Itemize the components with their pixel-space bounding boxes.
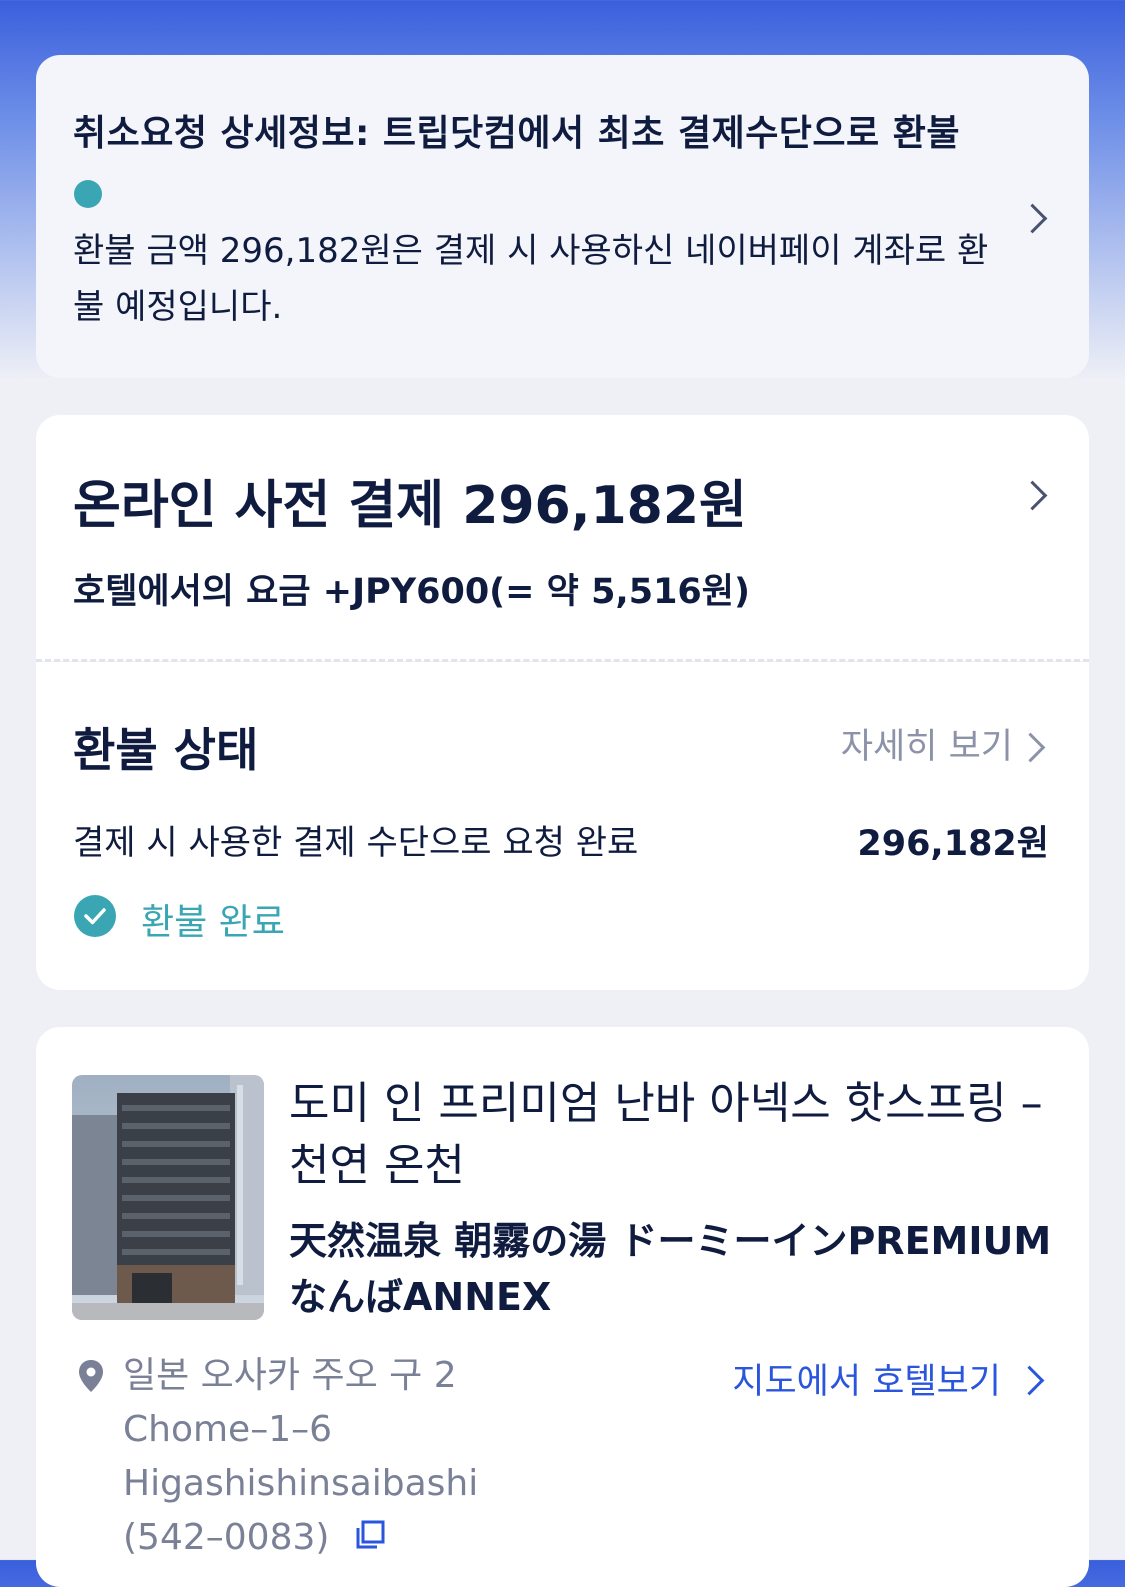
location-pin-icon (76, 1358, 106, 1398)
cancel-detail-title: 취소요청 상세정보: 트립닷컴에서 최초 결제수단으로 환불 (73, 113, 960, 154)
cancel-detail-card[interactable]: 취소요청 상세정보: 트립닷컴에서 최초 결제수단으로 환불 환불 금액 296… (36, 55, 1089, 378)
chevron-right-icon[interactable] (1015, 732, 1046, 763)
payment-title: 온라인 사전 결제 296,182원 (73, 476, 747, 536)
hotel-card: 도미 인 프리미엄 난바 아넥스 핫스프링 – 천연 온천 天然温泉 朝霧の湯 … (36, 1027, 1089, 1587)
hotel-fee-text: 호텔에서의 요금 +JPY600(= 약 5,516원) (73, 572, 750, 612)
refund-amount: 296,182원 (857, 824, 1049, 864)
chevron-right-icon[interactable] (1017, 480, 1048, 511)
hotel-photo[interactable] (72, 1075, 264, 1320)
refund-complete-status: 환불 완료 (141, 902, 285, 943)
cancel-detail-description: 환불 금액 296,182원은 결제 시 사용하신 네이버페이 계좌로 환불 예… (73, 231, 989, 327)
hotel-name-korean: 도미 인 프리미엄 난바 아넥스 핫스프링 – 천연 온천 (289, 1078, 1043, 1191)
refund-status-title: 환불 상태 (73, 723, 259, 777)
payment-card[interactable]: 온라인 사전 결제 296,182원 호텔에서의 요금 +JPY600(= 약 … (36, 415, 1089, 661)
check-circle-icon (74, 895, 116, 937)
hotel-name-japanese: 天然温泉 朝霧の湯 ドーミーインPREMIUMなんばANNEX (289, 1219, 1052, 1319)
hotel-address: 일본 오사카 주오 구 2 Chome–1–6 Higashishinsaiba… (123, 1355, 479, 1558)
view-details-link[interactable]: 자세히 보기 (841, 718, 1013, 769)
view-hotel-on-map-link[interactable]: 지도에서 호텔보기 (732, 1353, 1001, 1404)
refund-status-card: 환불 상태 자세히 보기 결제 시 사용한 결제 수단으로 요청 완료 296,… (36, 662, 1089, 990)
status-dot-icon (74, 180, 102, 208)
copy-icon[interactable] (354, 1519, 386, 1555)
refund-method-text: 결제 시 사용한 결제 수단으로 요청 완료 (73, 823, 639, 863)
chevron-right-icon[interactable] (1014, 1365, 1045, 1396)
chevron-right-icon[interactable] (1017, 203, 1048, 234)
